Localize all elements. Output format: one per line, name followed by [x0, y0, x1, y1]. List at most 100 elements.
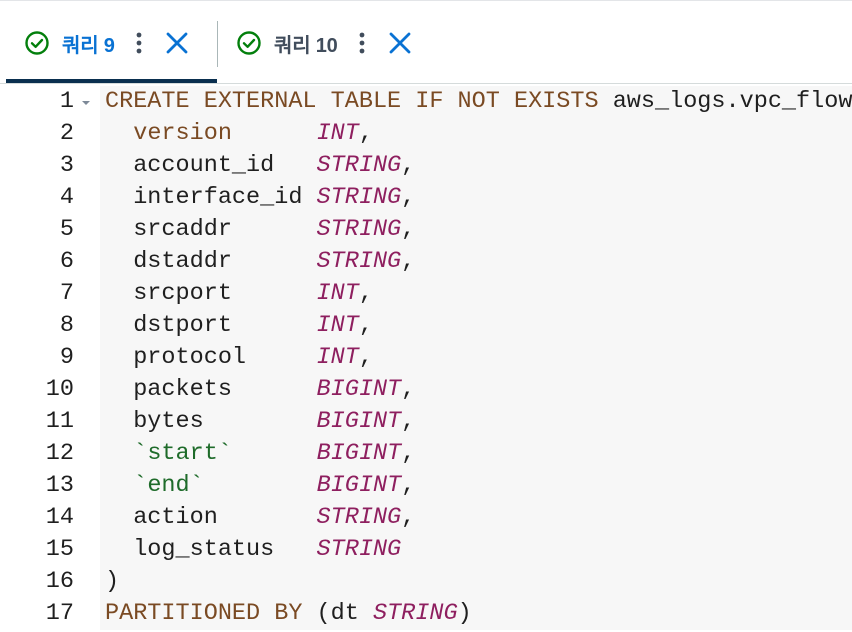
code-token: action	[105, 504, 317, 531]
code-token: ,	[358, 312, 373, 339]
check-circle-icon	[25, 31, 49, 55]
fold-arrow-icon[interactable]	[80, 86, 92, 118]
code-line[interactable]: 17 PARTITIONED BY (dt STRING)	[0, 598, 852, 630]
code-token: INT	[316, 344, 359, 371]
code-text: action STRING,	[100, 502, 852, 534]
code-token: ,	[358, 344, 373, 371]
tab-query-9[interactable]: 쿼리 9	[6, 1, 217, 85]
code-token: STRING	[372, 600, 458, 627]
code-token: )	[105, 568, 120, 595]
close-icon[interactable]	[163, 29, 191, 57]
code-line[interactable]: 3 account_id STRING,	[0, 150, 852, 182]
code-text: interface_id STRING,	[100, 182, 852, 214]
code-text: dstport INT,	[100, 310, 852, 342]
tab-query-10[interactable]: 쿼리 10	[218, 1, 438, 85]
code-token: `end`	[133, 472, 204, 499]
code-token: dstport	[105, 312, 317, 339]
code-token: ,	[401, 504, 416, 531]
code-token: PARTITIONED BY	[105, 600, 303, 627]
code-line[interactable]: 7 srcport INT,	[0, 278, 852, 310]
code-token: CREATE EXTERNAL TABLE IF NOT EXISTS	[105, 88, 599, 115]
line-number: 14	[45, 504, 74, 531]
line-number: 2	[59, 120, 74, 147]
code-text: packets BIGINT,	[100, 374, 852, 406]
code-line[interactable]: 15 log_status STRING	[0, 534, 852, 566]
line-number: 1	[59, 88, 74, 115]
code-token: BIGINT	[316, 440, 402, 467]
line-number: 9	[59, 344, 74, 371]
code-token: ,	[401, 248, 416, 275]
code-token: ,	[401, 152, 416, 179]
line-number: 3	[59, 152, 74, 179]
code-token: ,	[358, 280, 373, 307]
query-tab-bar: 쿼리 9 쿼리 10	[0, 0, 852, 85]
check-circle-icon	[237, 31, 261, 55]
code-text: srcport INT,	[100, 278, 852, 310]
code-line[interactable]: 10 packets BIGINT,	[0, 374, 852, 406]
tab-label: 쿼리 9	[62, 34, 115, 57]
code-token: STRING	[316, 152, 402, 179]
code-line[interactable]: 8 dstport INT,	[0, 310, 852, 342]
code-token: INT	[316, 120, 359, 147]
code-text: protocol INT,	[100, 342, 852, 374]
code-token: protocol	[105, 344, 317, 371]
code-line[interactable]: 6 dstaddr STRING,	[0, 246, 852, 278]
code-line[interactable]: 11 bytes BIGINT,	[0, 406, 852, 438]
code-token: ,	[401, 472, 416, 499]
code-token: STRING	[316, 184, 402, 211]
code-token: aws_logs.vpc_flow (	[612, 88, 852, 115]
code-token: srcaddr	[105, 216, 317, 243]
code-token: STRING	[316, 248, 402, 275]
code-token: ,	[401, 216, 416, 243]
line-number: 7	[59, 280, 74, 307]
code-token: ,	[401, 184, 416, 211]
code-token: ,	[401, 376, 416, 403]
code-token: bytes	[105, 408, 317, 435]
code-token: ,	[401, 408, 416, 435]
code-token: STRING	[316, 504, 402, 531]
line-number: 15	[45, 536, 74, 563]
code-line[interactable]: 16)	[0, 566, 852, 598]
line-number: 6	[59, 248, 74, 275]
line-number: 10	[45, 376, 74, 403]
code-token: STRING	[316, 216, 402, 243]
code-line[interactable]: 4 interface_id STRING,	[0, 182, 852, 214]
code-text: srcaddr STRING,	[100, 214, 852, 246]
code-token: BIGINT	[316, 472, 402, 499]
code-token: log_status	[105, 536, 317, 563]
code-token: STRING	[316, 536, 402, 563]
code-token: `start`	[133, 440, 232, 467]
code-text: dstaddr STRING,	[100, 246, 852, 278]
code-line[interactable]: 12 `start` BIGINT,	[0, 438, 852, 470]
code-line[interactable]: 1 CREATE EXTERNAL TABLE IF NOT EXISTS aws…	[0, 86, 852, 118]
code-token: INT	[316, 312, 359, 339]
line-number: 13	[45, 472, 74, 499]
line-number: 17	[45, 600, 74, 627]
close-icon[interactable]	[386, 29, 414, 57]
line-number: 8	[59, 312, 74, 339]
kebab-icon[interactable]	[352, 28, 372, 58]
code-text: log_status STRING	[100, 534, 852, 566]
kebab-icon[interactable]	[129, 28, 149, 58]
sql-editor[interactable]: 1 CREATE EXTERNAL TABLE IF NOT EXISTS aws…	[0, 84, 852, 632]
code-token: version	[133, 120, 232, 147]
code-text: PARTITIONED BY (dt STRING)	[100, 598, 852, 630]
code-text: version INT,	[100, 118, 852, 150]
code-line[interactable]: 13 `end` BIGINT,	[0, 470, 852, 502]
code-line[interactable]: 5 srcaddr STRING,	[0, 214, 852, 246]
code-line[interactable]: 2 version INT,	[0, 118, 852, 150]
code-line[interactable]: 9 protocol INT,	[0, 342, 852, 374]
code-line[interactable]: 14 action STRING,	[0, 502, 852, 534]
code-text: account_id STRING,	[100, 150, 852, 182]
code-text: CREATE EXTERNAL TABLE IF NOT EXISTS aws_…	[100, 86, 852, 118]
code-token: (dt	[302, 600, 373, 627]
line-number: 16	[45, 568, 74, 595]
code-token: ,	[401, 440, 416, 467]
code-token: INT	[316, 280, 359, 307]
